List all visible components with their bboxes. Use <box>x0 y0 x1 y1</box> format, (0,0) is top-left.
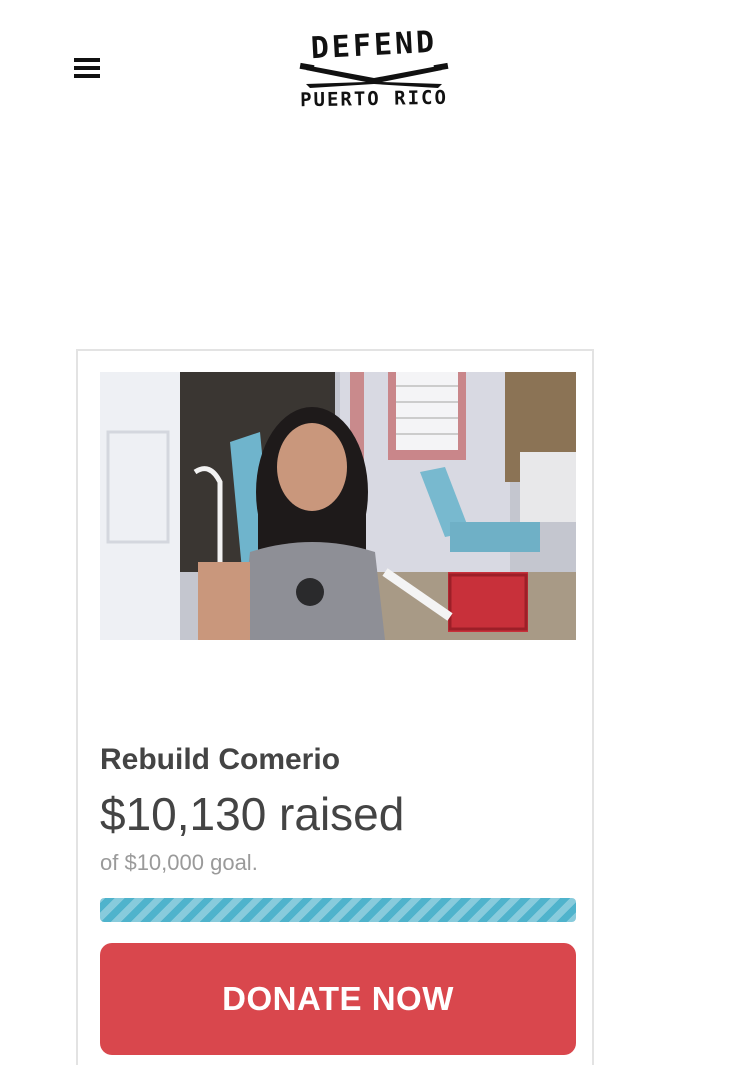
campaign-card: Rebuild Comerio $10,130 raised of $10,00… <box>76 349 594 1065</box>
hamburger-menu-icon[interactable] <box>74 58 100 80</box>
campaign-photo[interactable] <box>100 372 576 640</box>
crossed-machetes-icon <box>299 62 449 88</box>
logo-line-2: PUERTO RICO <box>299 86 449 112</box>
logo-line-1: DEFEND <box>309 24 439 67</box>
donate-now-button[interactable]: DONATE NOW <box>100 943 576 1055</box>
progress-bar-fill <box>100 898 576 922</box>
progress-bar <box>100 898 576 922</box>
campaign-photo-image <box>100 372 576 640</box>
goal-text: of $10,000 goal. <box>100 850 258 875</box>
amount-raised: $10,130 raised <box>100 788 405 840</box>
campaign-title[interactable]: Rebuild Comerio <box>100 743 340 777</box>
page: DEFEND PUERTO RICO Rebuild Comerio $10,1… <box>0 0 750 1065</box>
site-logo[interactable]: DEFEND PUERTO RICO <box>296 24 452 120</box>
